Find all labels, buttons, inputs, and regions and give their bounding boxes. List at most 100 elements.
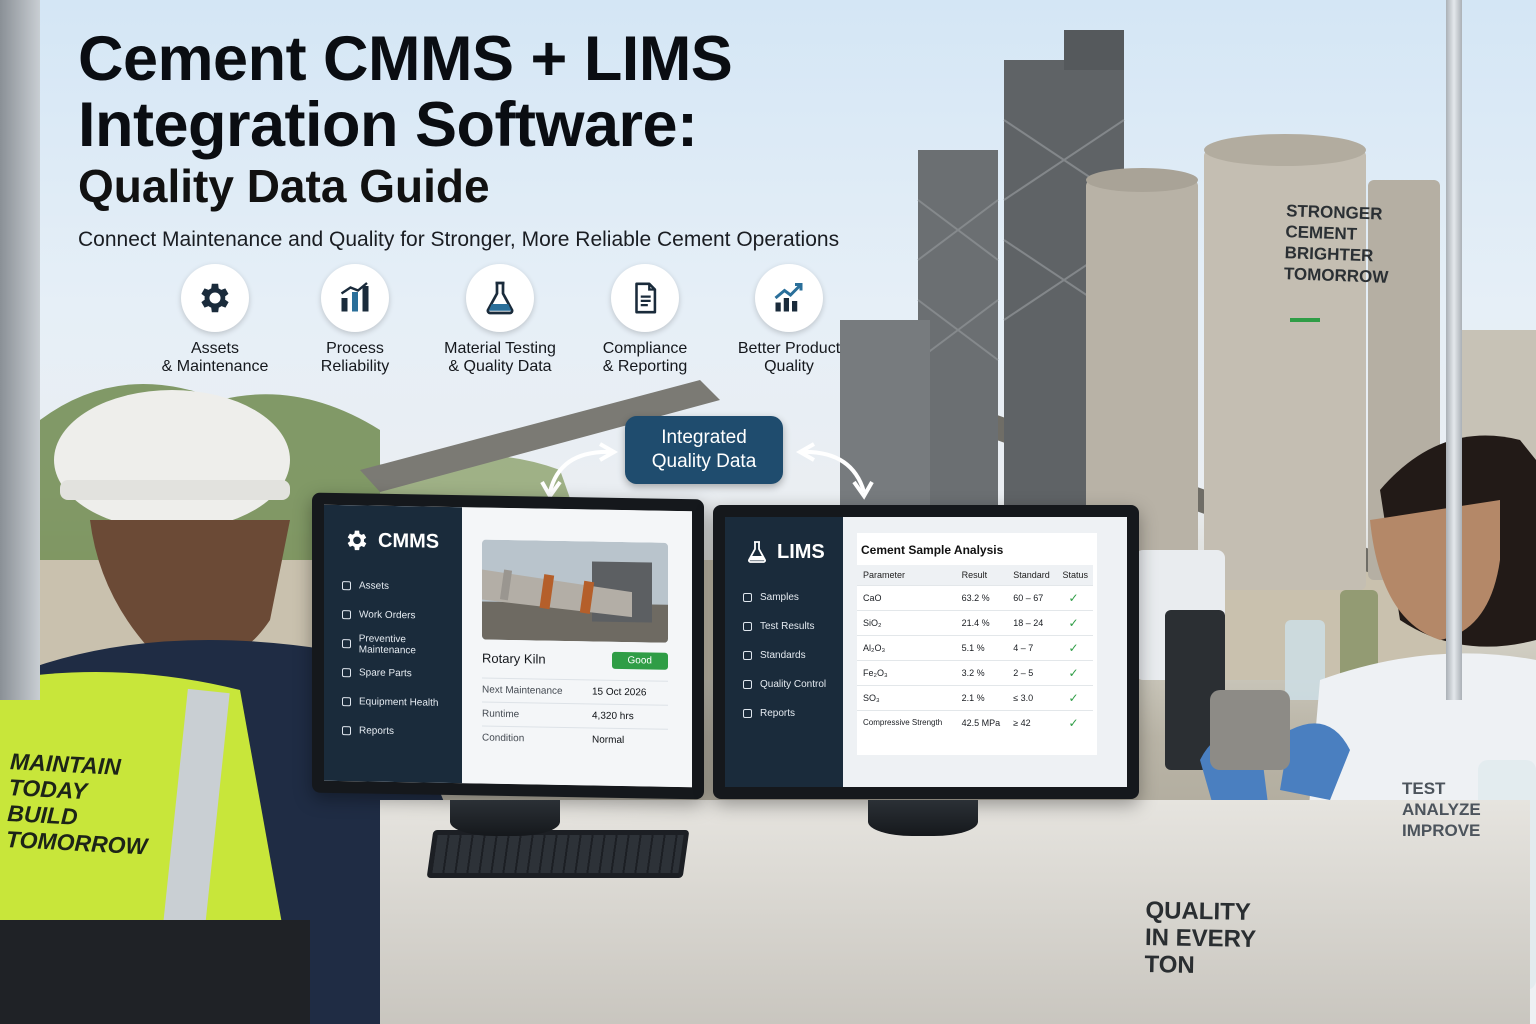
integrated-quality-badge: Integrated Quality Data xyxy=(625,416,783,484)
check-icon: ✓ xyxy=(1056,684,1093,710)
lims-monitor-stand xyxy=(868,800,978,836)
test-results-icon xyxy=(743,622,752,631)
lims-content: Cement Sample Analysis Parameter Result … xyxy=(843,517,1127,787)
feature-compliance-reporting: Compliance & Reporting xyxy=(570,264,720,376)
gear-icon xyxy=(347,530,367,551)
info-row: Condition Normal xyxy=(482,725,668,753)
feature-process-reliability: Process Reliability xyxy=(280,264,430,376)
cmms-nav-reports[interactable]: Reports xyxy=(324,716,462,747)
cmms-nav-equipment-health[interactable]: Equipment Health xyxy=(324,687,462,718)
cmms-nav-spare-parts[interactable]: Spare Parts xyxy=(324,658,462,689)
lab-coat-slogan: TEST ANALYZE IMPROVE xyxy=(1402,779,1481,840)
column-header: Standard xyxy=(1007,565,1057,585)
bar-chart-icon xyxy=(321,264,389,332)
health-icon xyxy=(342,697,351,707)
title-line-3: Quality Data Guide xyxy=(78,160,490,212)
flask-icon xyxy=(748,541,766,563)
info-row: Runtime 4,320 hrs xyxy=(482,701,668,729)
parts-icon xyxy=(342,668,351,678)
standards-icon xyxy=(743,651,752,660)
asset-header: Rotary Kiln Good xyxy=(482,650,668,670)
lims-sidebar: LIMS Samples Test Results Standards Qual… xyxy=(725,517,843,787)
table-row[interactable]: Al₂O₃ 5.1 % 4 – 7 ✓ xyxy=(857,634,1093,660)
cmms-nav-work-orders[interactable]: Work Orders xyxy=(324,600,462,631)
check-icon: ✓ xyxy=(1056,634,1093,660)
feature-better-quality: Better Product Quality xyxy=(714,264,864,376)
asset-name: Rotary Kiln xyxy=(482,650,546,667)
headline: Cement CMMS + LIMS Integration Software:… xyxy=(78,26,898,214)
keyboard xyxy=(426,830,690,878)
gear-icon xyxy=(181,264,249,332)
cement-bag-slogan: QUALITY IN EVERY TON xyxy=(1144,897,1257,979)
cmms-nav-preventive-maintenance[interactable]: Preventive Maintenance xyxy=(324,629,462,660)
badge-line-1: Integrated xyxy=(661,427,747,448)
lims-title-text: LIMS xyxy=(777,540,825,563)
window-frame-right xyxy=(1446,0,1462,700)
info-row: Next Maintenance 15 Oct 2026 xyxy=(482,677,668,705)
table-row[interactable]: Compressive Strength 42.5 MPa ≥ 42 ✓ xyxy=(857,709,1093,735)
feature-label-line-1: Better Product xyxy=(737,340,841,357)
quality-control-icon xyxy=(743,680,752,689)
silo-slogan: STRONGER CEMENT BRIGHTER TOMORROW xyxy=(1283,201,1389,287)
feature-material-testing: Material Testing & Quality Data xyxy=(425,264,575,376)
trend-up-icon xyxy=(755,264,823,332)
lims-nav-test-results[interactable]: Test Results xyxy=(725,612,843,641)
sample-analysis-table: Parameter Result Standard Status CaO 63.2… xyxy=(857,565,1093,735)
feature-assets-maintenance: Assets & Maintenance xyxy=(140,264,290,376)
feature-label-line-2: Quality xyxy=(764,358,814,375)
flask-icon xyxy=(466,264,534,332)
work-orders-icon xyxy=(342,610,351,620)
cmms-content: Rotary Kiln Good Next Maintenance 15 Oct … xyxy=(462,507,692,788)
samples-icon xyxy=(743,593,752,602)
reports-icon xyxy=(342,726,351,736)
check-icon: ✓ xyxy=(1056,709,1093,735)
lims-nav-quality-control[interactable]: Quality Control xyxy=(725,670,843,699)
cmms-sidebar: CMMS Assets Work Orders Preventive Maint… xyxy=(324,504,462,784)
sample-analysis-card: Cement Sample Analysis Parameter Result … xyxy=(857,533,1097,755)
feature-label-line-2: & Quality Data xyxy=(448,358,552,375)
column-header: Status xyxy=(1056,565,1093,585)
document-icon xyxy=(611,264,679,332)
check-icon: ✓ xyxy=(1056,584,1093,610)
check-icon: ✓ xyxy=(1056,659,1093,685)
cmms-monitor-stand xyxy=(450,800,560,836)
table-row[interactable]: SO₃ 2.1 % ≤ 3.0 ✓ xyxy=(857,684,1093,710)
table-header-row: Parameter Result Standard Status xyxy=(857,565,1093,585)
feature-label-line-1: Material Testing xyxy=(444,340,556,357)
cmms-title-text: CMMS xyxy=(378,529,440,553)
feature-label-line-2: & Maintenance xyxy=(161,358,269,375)
check-icon: ✓ xyxy=(1056,609,1093,635)
lims-app-title: LIMS xyxy=(725,517,843,583)
assets-icon xyxy=(342,581,351,591)
badge-line-2: Quality Data xyxy=(651,451,757,472)
feature-label-line-1: Process xyxy=(326,340,384,357)
feature-label-line-1: Compliance xyxy=(602,340,688,357)
title-line-1: Cement CMMS + LIMS xyxy=(78,24,733,94)
table-row[interactable]: SiO₂ 21.4 % 18 – 24 ✓ xyxy=(857,609,1093,635)
lims-nav-standards[interactable]: Standards xyxy=(725,641,843,670)
cmms-monitor: CMMS Assets Work Orders Preventive Maint… xyxy=(312,492,704,800)
table-row[interactable]: CaO 63.2 % 60 – 67 ✓ xyxy=(857,584,1093,610)
status-badge: Good xyxy=(611,651,668,670)
lims-nav-samples[interactable]: Samples xyxy=(725,583,843,612)
asset-info-list: Next Maintenance 15 Oct 2026 Runtime 4,320… xyxy=(482,677,668,753)
feature-label-line-2: Reliability xyxy=(320,358,390,375)
rotary-kiln-photo xyxy=(482,539,668,643)
lims-screen: LIMS Samples Test Results Standards Qual… xyxy=(725,517,1127,787)
cmms-nav-assets[interactable]: Assets xyxy=(324,571,462,602)
column-header: Parameter xyxy=(857,565,956,585)
lims-nav-reports[interactable]: Reports xyxy=(725,699,843,728)
vest-slogan: MAINTAIN TODAY BUILD TOMORROW xyxy=(5,748,148,860)
reports-icon xyxy=(743,709,752,718)
feature-row: Assets & Maintenance Process Reliability… xyxy=(140,264,860,384)
feature-label-line-2: & Reporting xyxy=(602,358,688,375)
table-row[interactable]: Fe₂O₃ 3.2 % 2 – 5 ✓ xyxy=(857,659,1093,685)
checklist-icon xyxy=(342,639,351,649)
title-line-2: Integration Software: xyxy=(78,90,698,160)
cmms-screen: CMMS Assets Work Orders Preventive Maint… xyxy=(324,504,692,788)
lims-monitor: LIMS Samples Test Results Standards Qual… xyxy=(713,505,1139,799)
subtitle: Connect Maintenance and Quality for Stro… xyxy=(78,228,840,251)
cmms-app-title: CMMS xyxy=(324,505,462,573)
window-frame-left xyxy=(0,0,40,700)
column-header: Result xyxy=(955,565,1008,585)
